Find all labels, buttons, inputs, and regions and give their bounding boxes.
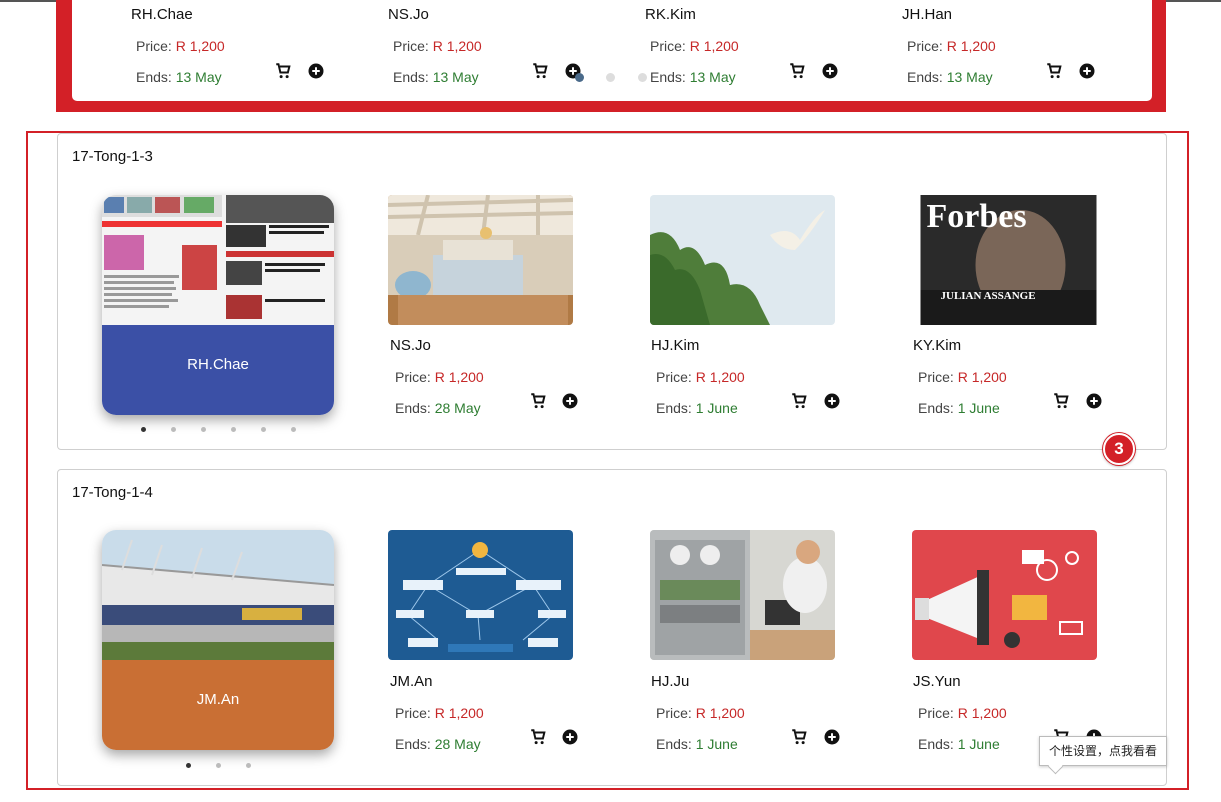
carousel-dot[interactable] (606, 73, 615, 82)
price-label: Price: R 1,200 (650, 38, 739, 54)
seller-name[interactable]: RK.Kim (645, 6, 696, 23)
carousel-dot[interactable] (575, 73, 584, 82)
ends-label: Ends: 13 May (136, 69, 222, 85)
price-value: R 1,200 (946, 38, 996, 54)
annotation-badge: 3 (1103, 433, 1135, 465)
ends-value: 13 May (432, 69, 479, 85)
price-label: Price: R 1,200 (136, 38, 225, 54)
add-circle-icon[interactable] (821, 62, 839, 80)
price-label: Price: R 1,200 (393, 38, 482, 54)
cart-icon[interactable] (274, 62, 292, 80)
settings-tooltip[interactable]: 个性设置，点我看看 (1039, 736, 1167, 766)
cart-icon[interactable] (788, 62, 806, 80)
price-value: R 1,200 (175, 38, 225, 54)
price-label: Price: R 1,200 (907, 38, 996, 54)
cart-icon[interactable] (1045, 62, 1063, 80)
price-value: R 1,200 (689, 38, 739, 54)
add-circle-icon[interactable] (307, 62, 325, 80)
ends-value: 13 May (946, 69, 993, 85)
cart-icon[interactable] (531, 62, 549, 80)
seller-name[interactable]: JH.Han (902, 6, 952, 23)
seller-name[interactable]: RH.Chae (131, 6, 193, 23)
price-value: R 1,200 (432, 38, 482, 54)
top-product-row: RH.Chae Price: R 1,200 Ends: 13 May NS.J… (72, 0, 1152, 101)
annotation-frame (26, 131, 1189, 790)
ends-label: Ends: 13 May (393, 69, 479, 85)
ends-value: 13 May (175, 69, 222, 85)
ends-label: Ends: 13 May (907, 69, 993, 85)
seller-name[interactable]: NS.Jo (388, 6, 429, 23)
ends-label: Ends: 13 May (650, 69, 736, 85)
ends-value: 13 May (689, 69, 736, 85)
carousel-dot[interactable] (638, 73, 647, 82)
add-circle-icon[interactable] (1078, 62, 1096, 80)
